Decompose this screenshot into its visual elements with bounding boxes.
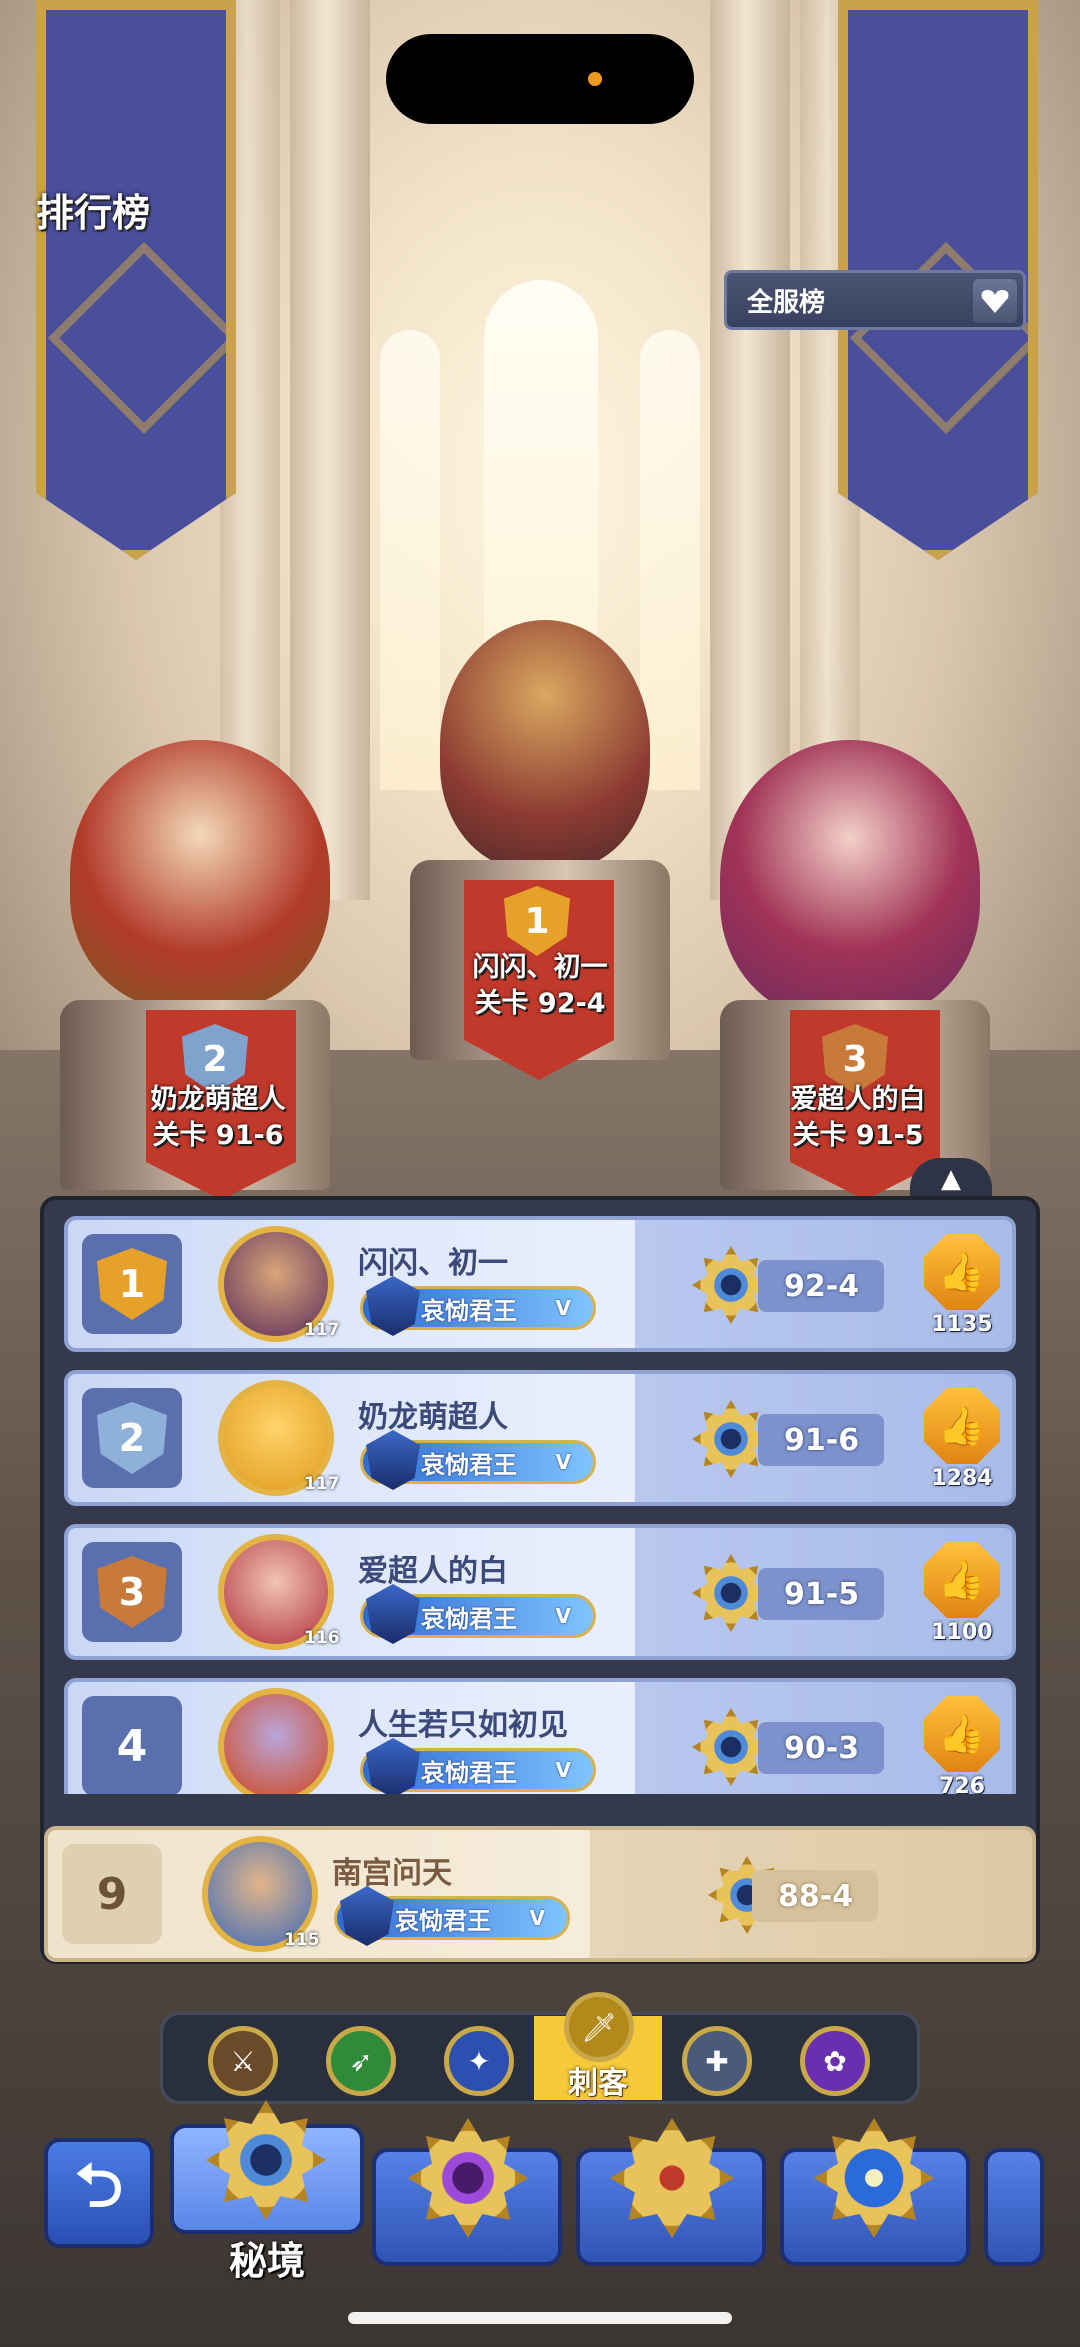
camera-indicator bbox=[588, 72, 602, 86]
mage-icon[interactable]: ✦ bbox=[444, 2026, 514, 2096]
thumbs-up-icon[interactable]: 👍 bbox=[924, 1542, 1000, 1618]
rank-silver-badge: 2 bbox=[97, 1402, 167, 1474]
rank-box: 3 bbox=[82, 1542, 182, 1642]
summoner-icon[interactable]: ✿ bbox=[800, 2026, 870, 2096]
page-title: 排行榜 bbox=[36, 191, 151, 235]
rank-bronze-badge: 3 bbox=[97, 1556, 167, 1628]
player-level: 116 bbox=[304, 1628, 340, 1648]
player-name: 奶龙萌超人 bbox=[358, 1400, 508, 1435]
avatar[interactable] bbox=[218, 1688, 334, 1794]
rank-gold-badge: 1 bbox=[97, 1248, 167, 1320]
ranking-list[interactable]: 1 117 闪闪、初一 哀恸君王 V 92-4 👍 1135 2 117 奶龙萌超… bbox=[60, 1216, 1018, 1794]
ranking-row[interactable]: 4 人生若只如初见 哀恸君王 V 90-3 👍 726 bbox=[64, 1678, 1016, 1794]
player-name: 人生若只如初见 bbox=[358, 1708, 568, 1743]
home-indicator bbox=[348, 2312, 732, 2324]
podium-hero-3[interactable] bbox=[720, 740, 980, 1020]
assassin-icon[interactable]: 🗡 bbox=[564, 1992, 634, 2062]
secret-realm-emblem-icon bbox=[206, 2100, 326, 2220]
back-button[interactable]: ⮌ bbox=[44, 2138, 154, 2248]
player-name: 闪闪、初一 bbox=[358, 1246, 508, 1281]
rank-box: 9 bbox=[62, 1844, 162, 1944]
thumbs-up-icon[interactable]: 👍 bbox=[924, 1696, 1000, 1772]
my-ranking-row[interactable]: 9 115 南宫问天 哀恸君王 V 88-4 bbox=[44, 1826, 1036, 1962]
stage-value: 88-4 bbox=[752, 1870, 878, 1922]
like-count: 1135 bbox=[931, 1312, 993, 1337]
rank-box: 2 bbox=[82, 1388, 182, 1488]
player-level: 117 bbox=[304, 1474, 340, 1494]
player-name: 爱超人的白 bbox=[358, 1554, 508, 1589]
player-level: 117 bbox=[304, 1320, 340, 1340]
warrior-icon[interactable]: ⚔ bbox=[208, 2026, 278, 2096]
ranking-row[interactable]: 1 117 闪闪、初一 哀恸君王 V 92-4 👍 1135 bbox=[64, 1216, 1016, 1352]
like-count: 1100 bbox=[931, 1620, 993, 1645]
heart-chevron-icon bbox=[973, 279, 1017, 323]
camera-notch bbox=[386, 34, 694, 124]
server-filter-value: 全服榜 bbox=[747, 287, 826, 318]
player-name: 南宫问天 bbox=[332, 1856, 452, 1891]
stage-value: 91-5 bbox=[758, 1568, 884, 1620]
collapse-list-button[interactable]: ▲ bbox=[910, 1158, 992, 1200]
like-count: 726 bbox=[939, 1774, 985, 1794]
thumbs-up-icon[interactable]: 👍 bbox=[924, 1234, 1000, 1310]
chevron-up-icon: ▲ bbox=[941, 1164, 961, 1194]
rank-box: 4 bbox=[82, 1696, 182, 1794]
mode-tab-5[interactable] bbox=[984, 2148, 1044, 2266]
podium-name-2: 奶龙萌超人 关卡 91-6 bbox=[150, 1084, 286, 1151]
podium-hero-1[interactable] bbox=[440, 620, 650, 870]
server-filter-dropdown[interactable]: 全服榜 bbox=[724, 270, 1026, 330]
archer-icon[interactable]: ➶ bbox=[326, 2026, 396, 2096]
rank-box: 1 bbox=[82, 1234, 182, 1334]
stage-value: 91-6 bbox=[758, 1414, 884, 1466]
ranking-row[interactable]: 3 116 爱超人的白 哀恸君王 V 91-5 👍 1100 bbox=[64, 1524, 1016, 1660]
priest-icon[interactable]: ✚ bbox=[682, 2026, 752, 2096]
star-emblem-icon bbox=[814, 2118, 934, 2238]
podium-name-3: 爱超人的白 关卡 91-5 bbox=[790, 1084, 926, 1151]
podium-name-1: 闪闪、初一 关卡 92-4 bbox=[472, 952, 608, 1019]
left-banner bbox=[36, 0, 236, 560]
purple-gem-emblem-icon bbox=[408, 2118, 528, 2238]
podium-hero-2[interactable] bbox=[70, 740, 330, 1010]
thumbs-up-icon[interactable]: 👍 bbox=[924, 1388, 1000, 1464]
ranking-row[interactable]: 2 117 奶龙萌超人 哀恸君王 V 91-6 👍 1284 bbox=[64, 1370, 1016, 1506]
class-tab-assassin-label[interactable]: 刺客 bbox=[534, 2058, 662, 2102]
title-emblem-icon bbox=[366, 1738, 420, 1794]
back-arrow-icon: ⮌ bbox=[74, 2151, 124, 2221]
player-level: 115 bbox=[284, 1930, 320, 1950]
stage-value: 92-4 bbox=[758, 1260, 884, 1312]
stage-value: 90-3 bbox=[758, 1722, 884, 1774]
mode-tab-label: 秘境 bbox=[228, 2239, 305, 2283]
like-count: 1284 bbox=[931, 1466, 993, 1491]
